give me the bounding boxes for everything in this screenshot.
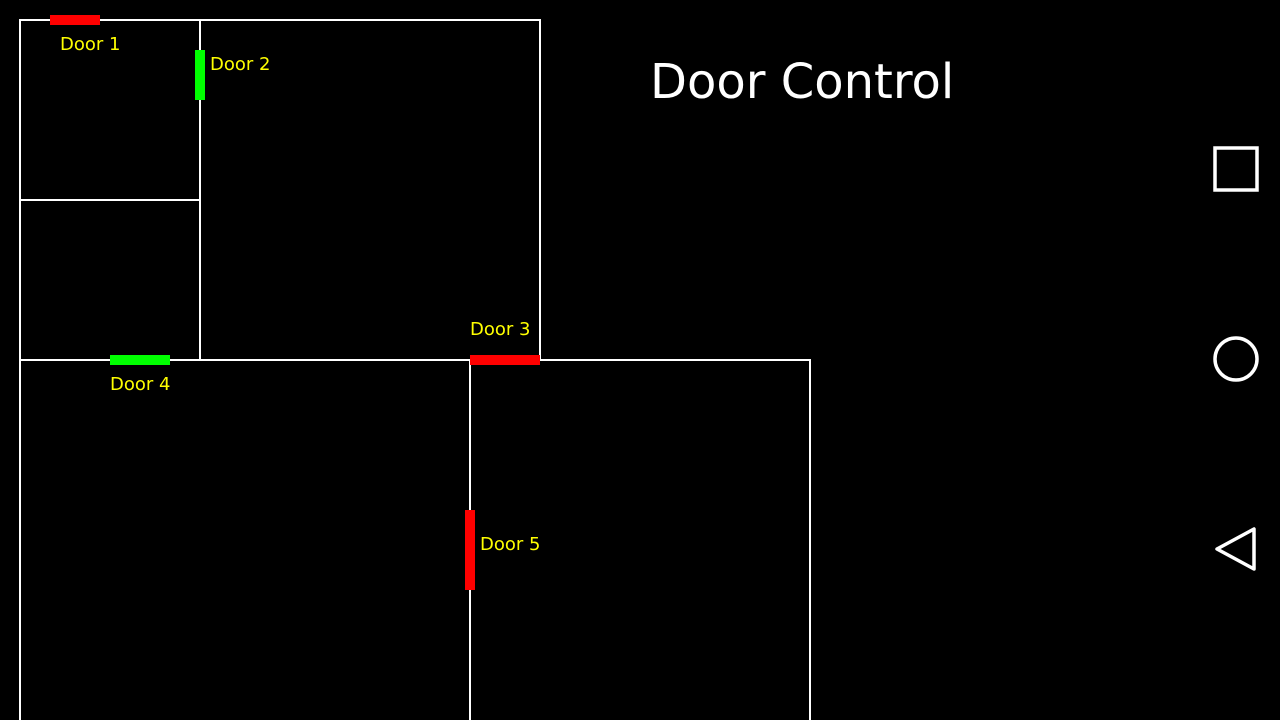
navigation-bar [1192,0,1280,720]
door-4[interactable]: Door 4 [110,355,170,395]
door-5[interactable]: Door 5 [465,510,540,590]
door-control-screen: Door 1 Door 2 Door 3 Door 4 Door 5 Door … [0,0,1280,720]
page-title: Door Control [650,54,955,110]
door-4-marker[interactable] [110,355,170,365]
recents-button[interactable] [1208,141,1264,197]
door-5-marker[interactable] [465,510,475,590]
door-3[interactable]: Door 3 [470,319,540,365]
recents-square-icon [1213,146,1259,192]
door-2-marker[interactable] [195,50,205,100]
floor-plan: Door 1 Door 2 Door 3 Door 4 Door 5 [19,15,811,720]
door-1-label: Door 1 [60,34,120,55]
door-2[interactable]: Door 2 [195,50,270,100]
home-button[interactable] [1208,331,1264,387]
room-bottom-left [19,359,471,720]
door-5-label: Door 5 [480,534,540,555]
room-mid-left [19,199,201,361]
walls [19,19,811,720]
door-4-label: Door 4 [110,374,170,395]
back-button[interactable] [1208,521,1264,577]
door-2-label: Door 2 [210,54,270,75]
back-triangle-icon [1215,527,1256,571]
door-1-marker[interactable] [50,15,100,25]
door-3-marker[interactable] [470,355,540,365]
home-circle-icon [1213,336,1259,382]
door-3-label: Door 3 [470,319,530,340]
